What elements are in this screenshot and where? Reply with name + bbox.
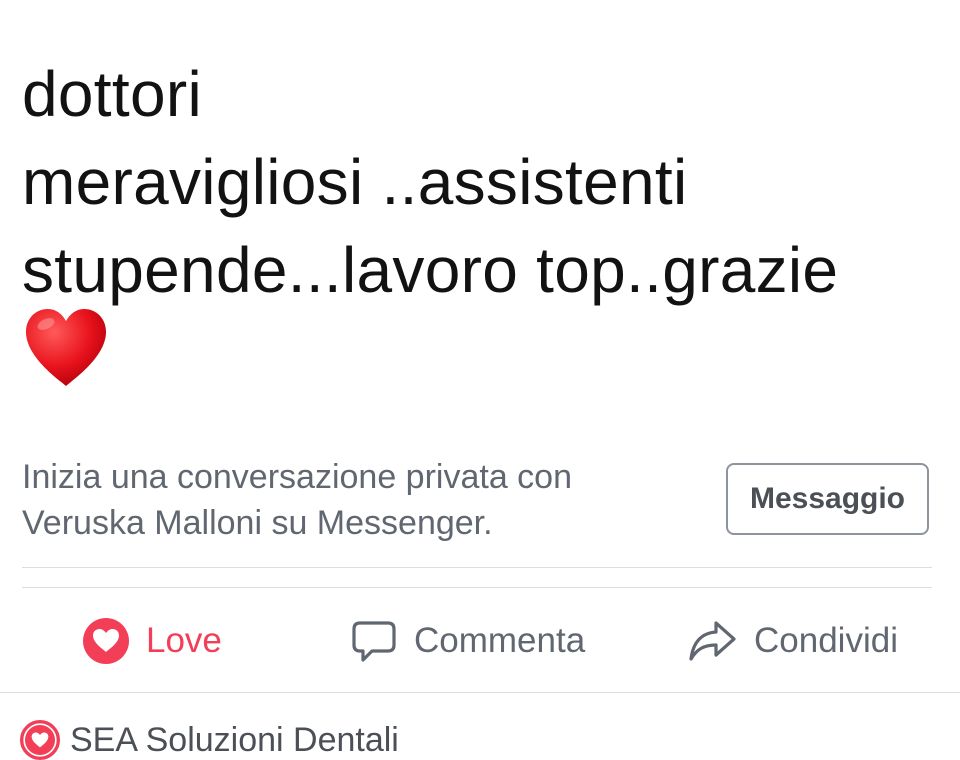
messenger-prompt-line-1: Inizia una conversazione privata con [22, 458, 572, 496]
comment-icon [352, 621, 396, 662]
message-button[interactable]: Messaggio [726, 463, 929, 535]
messenger-prompt: Inizia una conversazione privata con Ver… [22, 454, 712, 546]
page-name: SEA Soluzioni Dentali [70, 721, 399, 759]
post-text: dottori meravigliosi ..assistenti stupen… [22, 50, 942, 314]
share-icon [689, 621, 736, 661]
love-reaction-icon [83, 618, 129, 664]
post-text-line-3: stupende...lavoro top..grazie [22, 234, 839, 306]
post-text-line-2: meravigliosi ..assistenti [22, 146, 688, 218]
comment-label: Commenta [414, 621, 586, 660]
divider [0, 692, 960, 693]
divider [22, 587, 932, 588]
love-button[interactable]: Love [82, 612, 222, 670]
share-button[interactable]: Condividi [688, 612, 898, 670]
messenger-prompt-line-2: Veruska Malloni su Messenger. [22, 504, 493, 542]
love-reaction-icon [20, 720, 60, 760]
red-heart-emoji-icon [26, 309, 106, 386]
post-text-line-1: dottori [22, 58, 202, 130]
comment-button[interactable]: Commenta [350, 612, 585, 670]
reaction-summary[interactable]: SEA Soluzioni Dentali [20, 720, 399, 760]
divider [22, 567, 932, 568]
share-label: Condividi [754, 621, 898, 660]
love-label: Love [146, 621, 222, 660]
